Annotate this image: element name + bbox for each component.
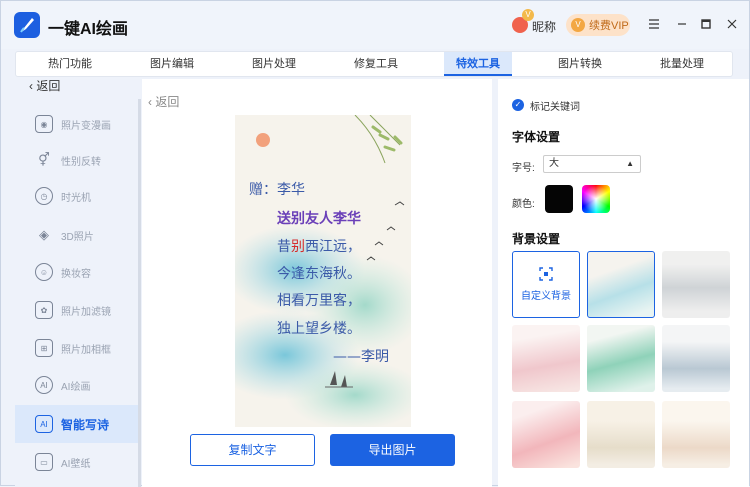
- main-back-button[interactable]: ‹ 返回: [148, 93, 179, 110]
- filter-icon: ✿: [35, 301, 53, 319]
- background-option-5[interactable]: [662, 325, 730, 392]
- poem-signature: ——李明: [333, 349, 389, 365]
- layers-icon: ◈: [39, 227, 49, 242]
- frame-icon: ⊞: [35, 339, 53, 357]
- poem-poster: 赠：李华 送别友人李华 昔别西江远， 今逢东海秋。 相看万里客， 独上望乡楼。 …: [235, 115, 411, 427]
- poem-highlight-word: 别: [291, 239, 305, 255]
- background-option-7[interactable]: [587, 401, 655, 468]
- sidebar-back-label: 返回: [36, 79, 61, 93]
- sidebar: ‹ 返回 ◉ 照片变漫画 ⚥ 性别反转 ◷ 时光机 ◈ 3D照片 ☺ 换妆容 ✿…: [15, 79, 138, 487]
- sidebar-back-button[interactable]: ‹ 返回: [29, 77, 60, 94]
- color-label: 颜色:: [512, 199, 535, 210]
- font-size-value: 大: [549, 158, 559, 169]
- tab-image-process[interactable]: 图片处理: [234, 52, 314, 76]
- main-back-label: 返回: [155, 95, 180, 109]
- tab-batch-process[interactable]: 批量处理: [642, 52, 722, 76]
- sidebar-scrollbar[interactable]: [138, 99, 141, 487]
- tab-image-edit[interactable]: 图片编辑: [132, 52, 212, 76]
- poem-title: 送别友人李华: [277, 211, 361, 227]
- title-bar: 一键AI绘画 V 昵称 V 续费VIP: [1, 1, 749, 49]
- tab-repair-tools[interactable]: 修复工具: [336, 52, 416, 76]
- background-option-6[interactable]: [512, 401, 580, 468]
- sidebar-item-label: 性别反转: [61, 156, 101, 168]
- sidebar-item-makeup[interactable]: ☺ 换妆容: [15, 253, 138, 291]
- custom-background-label: 自定义背景: [521, 291, 571, 302]
- mark-keywords-checkbox[interactable]: ✓: [512, 99, 524, 111]
- background-option-3[interactable]: [512, 325, 580, 392]
- sidebar-item-ai-painting[interactable]: AI AI绘画: [15, 366, 138, 404]
- poem-line-4: 独上望乡楼。: [277, 321, 361, 337]
- sidebar-item-label: 换妆容: [61, 268, 91, 280]
- background-option-4[interactable]: [587, 325, 655, 392]
- gender-icon: ⚥: [38, 152, 50, 167]
- sidebar-item-time-machine[interactable]: ◷ 时光机: [15, 177, 138, 215]
- poem-line-2: 今逢东海秋。: [277, 266, 361, 282]
- app-window: 一键AI绘画 V 昵称 V 续费VIP 热门功能 图片编辑 图片处理 修复工具 …: [0, 0, 750, 487]
- user-nickname[interactable]: 昵称: [532, 18, 556, 35]
- poem-dedication: 赠：李华: [249, 182, 305, 198]
- main-panel: ‹ 返回 赠：李华 送别友人李华 昔别西江远， 今逢东海秋。 相看万里客， 独上…: [142, 79, 492, 487]
- vip-icon: V: [571, 18, 585, 32]
- sidebar-item-ai-wallpaper[interactable]: ▭ AI壁纸: [15, 443, 138, 481]
- custom-background-button[interactable]: 自定义背景: [512, 251, 580, 318]
- face-icon: ◉: [35, 115, 53, 133]
- clock-icon: ◷: [35, 187, 53, 205]
- copy-text-button[interactable]: 复制文字: [190, 434, 315, 466]
- sidebar-item-gender-swap[interactable]: ⚥ 性别反转: [15, 141, 138, 179]
- font-settings-title: 字体设置: [512, 130, 561, 144]
- font-size-label: 字号:: [512, 163, 535, 174]
- app-logo-icon: [14, 12, 40, 38]
- poem-line-1-part: 西江远，: [305, 239, 361, 255]
- caret-up-icon: ▲: [626, 159, 634, 168]
- sidebar-item-label: AI壁纸: [61, 458, 91, 470]
- color-picker-swatch[interactable]: [582, 185, 610, 213]
- sidebar-item-smart-poem[interactable]: AI 智能写诗: [15, 405, 138, 443]
- sidebar-item-label: AI绘画: [61, 381, 91, 393]
- ai-poem-icon: AI: [35, 415, 53, 433]
- background-option-8[interactable]: [662, 401, 730, 468]
- maximize-icon[interactable]: [698, 16, 714, 32]
- menu-icon[interactable]: [646, 16, 662, 32]
- top-tab-bar: 热门功能 图片编辑 图片处理 修复工具 特效工具 图片转换 批量处理: [15, 51, 733, 77]
- sidebar-item-label: 照片加滤镜: [61, 306, 111, 318]
- poem-line-3: 相看万里客，: [277, 293, 361, 309]
- export-image-button[interactable]: 导出图片: [330, 434, 455, 466]
- background-settings-title: 背景设置: [512, 232, 561, 246]
- tab-image-convert[interactable]: 图片转换: [540, 52, 620, 76]
- settings-panel: ✓ 标记关键词 字体设置 字号: 大 ▲ 颜色: 背景设置 自定义背景: [498, 79, 749, 487]
- sidebar-item-photo-filter[interactable]: ✿ 照片加滤镜: [15, 291, 138, 329]
- sidebar-item-label: 时光机: [61, 192, 91, 204]
- background-option-1[interactable]: [587, 251, 655, 318]
- sidebar-item-label: 3D照片: [61, 231, 94, 243]
- renew-vip-button[interactable]: V 续费VIP: [566, 14, 630, 36]
- sidebar-item-label: 照片加相框: [61, 344, 111, 356]
- color-swatch-black[interactable]: [545, 185, 573, 213]
- sidebar-item-label: 智能写诗: [61, 417, 110, 432]
- mark-keywords-label: 标记关键词: [530, 102, 580, 113]
- renew-vip-label: 续费VIP: [589, 20, 629, 32]
- background-option-2[interactable]: [662, 251, 730, 318]
- poem-line-1-part: 昔: [277, 239, 291, 255]
- sidebar-item-label: 照片变漫画: [61, 120, 111, 132]
- close-icon[interactable]: [724, 16, 740, 32]
- wallpaper-icon: ▭: [35, 453, 53, 471]
- upload-frame-icon: [539, 267, 553, 281]
- poem-line-1: 昔别西江远，: [277, 236, 361, 256]
- tab-hot-features[interactable]: 热门功能: [30, 52, 110, 76]
- minimize-icon[interactable]: [674, 16, 690, 32]
- makeup-icon: ☺: [35, 263, 53, 281]
- tab-effect-tools[interactable]: 特效工具: [444, 52, 512, 76]
- font-size-select[interactable]: 大 ▲: [543, 155, 641, 173]
- sidebar-item-3d-photo[interactable]: ◈ 3D照片: [15, 216, 138, 254]
- app-title: 一键AI绘画: [48, 21, 129, 38]
- sidebar-item-photo-to-comic[interactable]: ◉ 照片变漫画: [15, 105, 138, 143]
- sidebar-item-photo-frame[interactable]: ⊞ 照片加相框: [15, 329, 138, 367]
- ai-icon: AI: [35, 376, 53, 394]
